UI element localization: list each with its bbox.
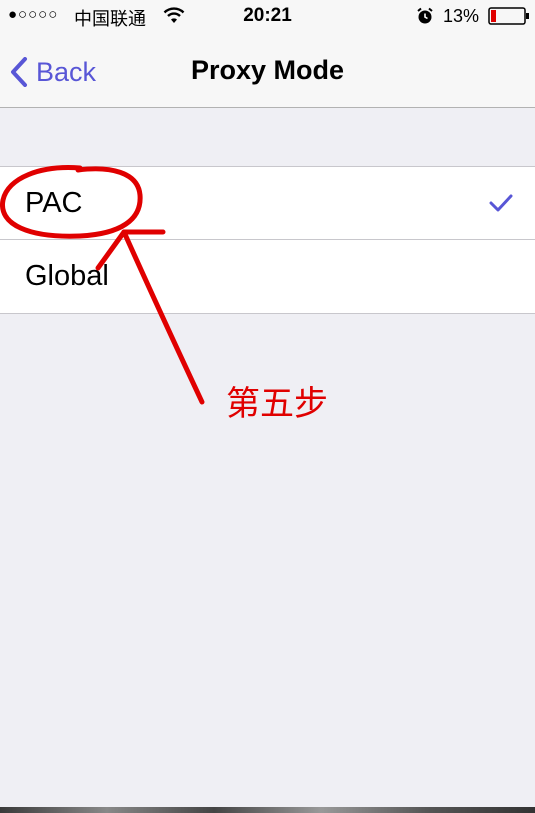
list-item-label: Global xyxy=(25,260,109,292)
alarm-icon xyxy=(416,7,434,31)
screen: ●○○○○ 中国联通 20:21 13% Back Proxy Mode PAC… xyxy=(0,0,535,813)
list-item-pac[interactable]: PAC xyxy=(0,167,535,240)
chevron-left-icon xyxy=(11,57,27,87)
back-button-label: Back xyxy=(36,56,97,87)
back-button[interactable]: Back xyxy=(10,52,96,92)
annotation-label: 第五步 xyxy=(226,384,328,424)
navigation-bar: Back Proxy Mode xyxy=(0,34,535,108)
list-item-global[interactable]: Global xyxy=(0,240,535,313)
bottom-edge xyxy=(0,807,535,813)
status-bar: ●○○○○ 中国联通 20:21 13% xyxy=(0,0,535,34)
battery-icon xyxy=(488,7,530,31)
proxy-mode-list: PAC Global xyxy=(0,166,535,314)
checkmark-icon xyxy=(489,193,513,218)
annotation-overlay: 第五步 xyxy=(0,0,535,813)
list-item-label: PAC xyxy=(25,187,83,219)
battery-percent: 13% xyxy=(443,6,480,26)
